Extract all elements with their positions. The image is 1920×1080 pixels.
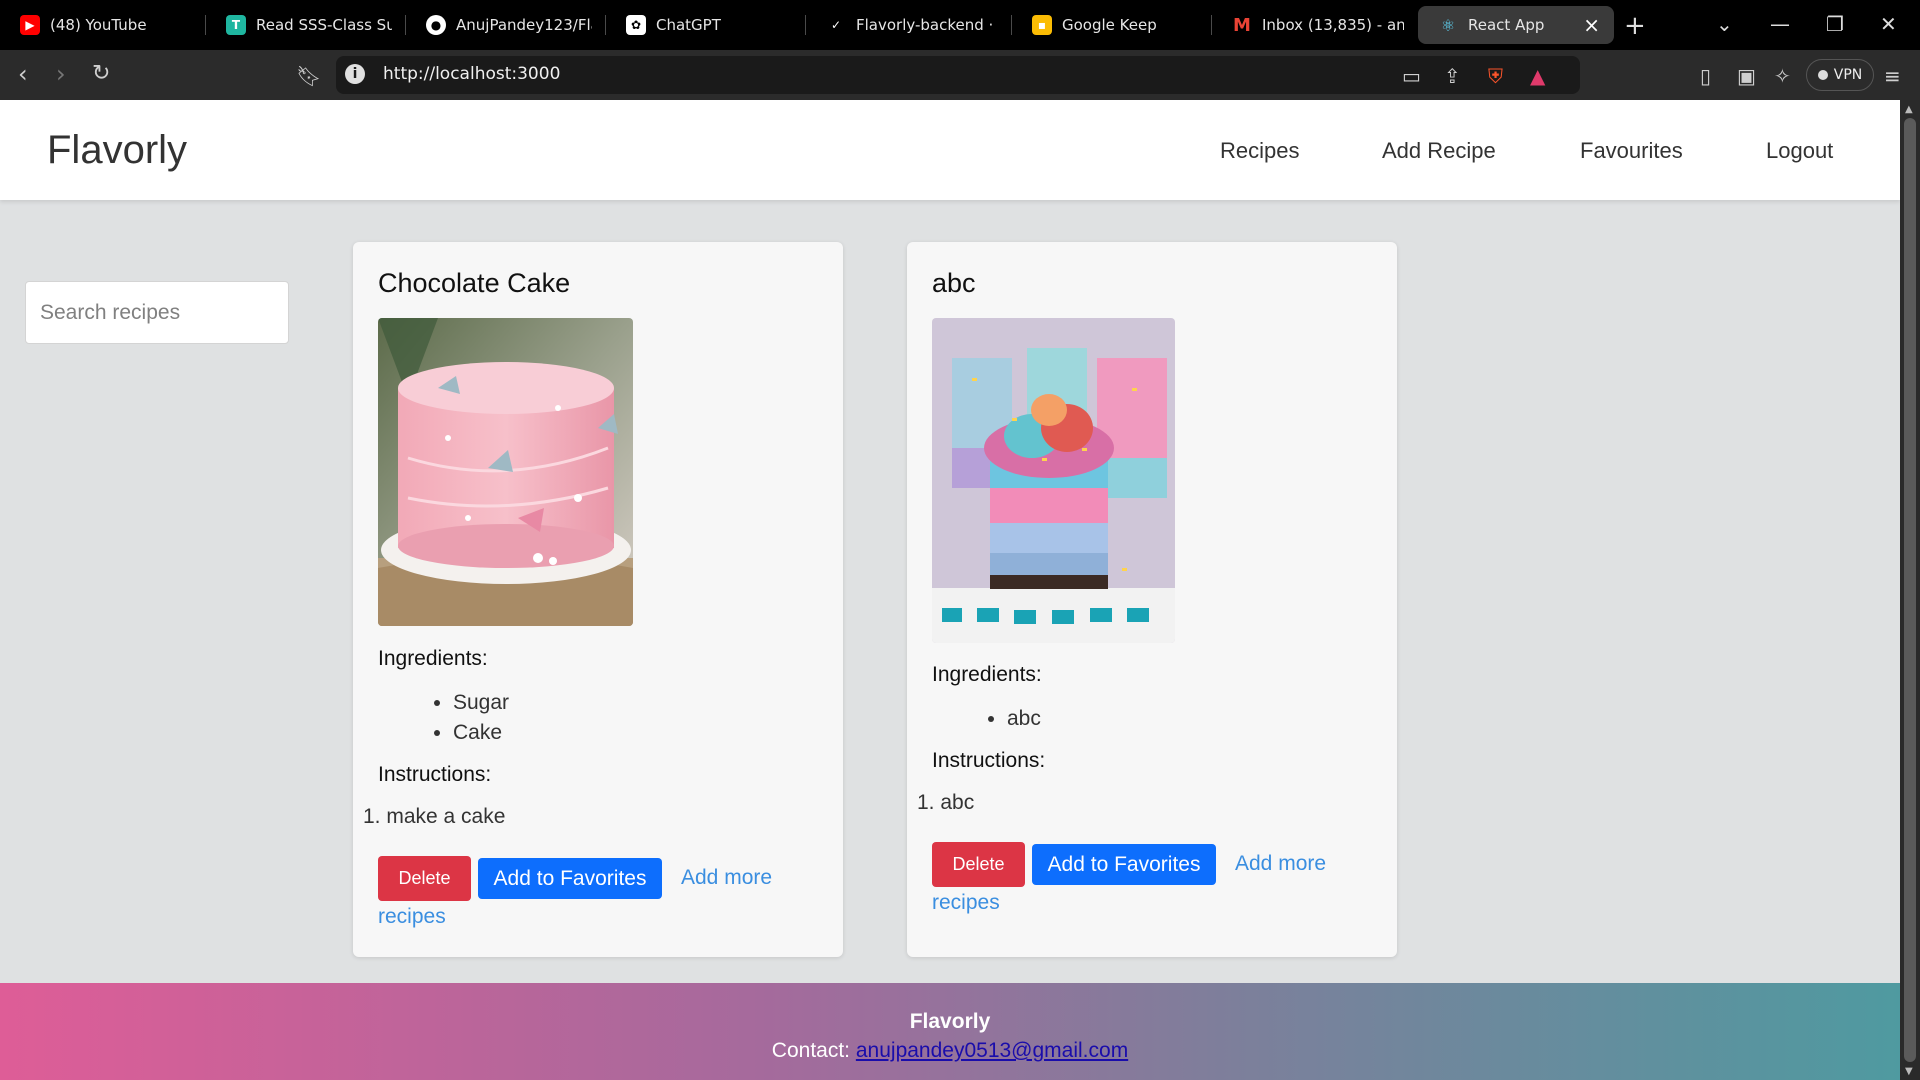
tab-list-chevron-icon[interactable]: ⌄ bbox=[1716, 12, 1733, 36]
nav-favourites[interactable]: Favourites bbox=[1580, 138, 1683, 164]
github-icon: ● bbox=[426, 15, 446, 35]
tab-gmail[interactable]: M Inbox (13,835) - anuj bbox=[1212, 0, 1418, 50]
site-header: Flavorly Recipes Add Recipe Favourites L… bbox=[0, 100, 1900, 200]
scroll-down-icon[interactable]: ▼ bbox=[1905, 1066, 1913, 1077]
page-scrollbar[interactable]: ▲ ▼ bbox=[1900, 100, 1920, 1080]
ingredients-heading: Ingredients: bbox=[932, 663, 1042, 686]
ingredients-list: abc bbox=[1007, 704, 1041, 734]
recipe-card: Chocolate Cake Ingredients: • Sugar • Ca… bbox=[353, 242, 843, 957]
recipe-card: abc Ingredients: • abc Instructions: 1. … bbox=[907, 242, 1397, 957]
tab-github[interactable]: ● AnujPandey123/Flavo bbox=[406, 0, 606, 50]
search-input[interactable] bbox=[25, 281, 289, 344]
brave-rewards-icon[interactable]: ▲ bbox=[1530, 64, 1545, 88]
tab-youtube[interactable]: ▶ (48) YouTube bbox=[0, 0, 206, 50]
ingredient-item: Cake bbox=[453, 718, 509, 748]
footer-brand: Flavorly bbox=[909, 1010, 991, 1033]
tab-read-sss[interactable]: T Read SSS-Class Suicid bbox=[206, 0, 406, 50]
tab-chatgpt[interactable]: ✿ ChatGPT bbox=[606, 0, 806, 50]
restore-icon[interactable]: ❐ bbox=[1826, 12, 1844, 36]
vpn-status-icon bbox=[1817, 70, 1828, 80]
rainbow-cupcakes-photo bbox=[932, 318, 1175, 643]
recipe-title: abc bbox=[932, 268, 976, 298]
tab-flavorly-backend[interactable]: ✓ Flavorly-backend · W bbox=[806, 0, 1012, 50]
close-window-icon[interactable]: ✕ bbox=[1880, 12, 1897, 36]
add-to-favorites-button[interactable]: Add to Favorites bbox=[1032, 844, 1216, 885]
nav-logout[interactable]: Logout bbox=[1766, 138, 1833, 164]
add-more-recipes-link-cont[interactable]: recipes bbox=[378, 905, 446, 929]
forward-icon[interactable]: › bbox=[56, 62, 66, 86]
site-footer: Flavorly Contact: anujpandey0513@gmail.c… bbox=[0, 983, 1900, 1080]
add-more-recipes-link[interactable]: Add more bbox=[681, 866, 772, 890]
recipe-image bbox=[932, 318, 1175, 643]
delete-button[interactable]: Delete bbox=[378, 856, 471, 901]
keep-icon: ▪ bbox=[1032, 15, 1052, 35]
instructions-list: make a cake bbox=[363, 805, 505, 829]
browser-tab-bar: ▶ (48) YouTube T Read SSS-Class Suicid ●… bbox=[0, 0, 1920, 50]
delete-button[interactable]: Delete bbox=[932, 842, 1025, 887]
tab-google-keep[interactable]: ▪ Google Keep bbox=[1012, 0, 1212, 50]
add-to-favorites-button[interactable]: Add to Favorites bbox=[478, 858, 662, 899]
add-more-recipes-link-cont[interactable]: recipes bbox=[932, 891, 1000, 915]
reload-icon[interactable]: ↻ bbox=[92, 62, 110, 86]
pink-cake-photo bbox=[378, 318, 633, 626]
tab-react-app[interactable]: ⚛ React App × bbox=[1418, 6, 1614, 44]
site-info-icon[interactable]: i bbox=[345, 64, 365, 84]
instruction-item: make a cake bbox=[363, 805, 505, 829]
scrollbar-thumb[interactable] bbox=[1904, 118, 1916, 1062]
cast-icon[interactable]: ▭ bbox=[1402, 64, 1421, 88]
sidebar-toggle-icon[interactable]: ▯ bbox=[1700, 64, 1711, 88]
footer-contact: Contact: anujpandey0513@gmail.com bbox=[0, 1039, 1900, 1063]
back-icon[interactable]: ‹ bbox=[18, 62, 28, 86]
book-icon: T bbox=[226, 15, 246, 35]
youtube-icon: ▶ bbox=[20, 15, 40, 35]
ingredients-heading: Ingredients: bbox=[378, 647, 488, 670]
leo-ai-icon[interactable]: ✧ bbox=[1774, 64, 1791, 88]
menu-icon[interactable]: ≡ bbox=[1884, 64, 1901, 88]
page-viewport: Flavorly Recipes Add Recipe Favourites L… bbox=[0, 100, 1900, 1080]
recipe-title: Chocolate Cake bbox=[378, 268, 571, 298]
instructions-heading: Instructions: bbox=[932, 749, 1046, 772]
ingredient-item: abc bbox=[1007, 704, 1041, 734]
instructions-heading: Instructions: bbox=[378, 763, 492, 786]
gmail-icon: M bbox=[1233, 14, 1251, 36]
url-text[interactable]: http://localhost:3000 bbox=[383, 64, 560, 84]
site-brand[interactable]: Flavorly bbox=[47, 128, 187, 173]
minimize-icon[interactable]: — bbox=[1770, 12, 1790, 36]
nav-recipes[interactable]: Recipes bbox=[1220, 138, 1299, 164]
share-icon[interactable]: ⇪ bbox=[1444, 64, 1461, 88]
contact-label: Contact: bbox=[771, 1039, 851, 1062]
ingredients-list: Sugar Cake bbox=[453, 688, 509, 748]
add-more-recipes-link[interactable]: Add more bbox=[1235, 852, 1326, 876]
chatgpt-icon: ✿ bbox=[626, 15, 646, 35]
scroll-up-icon[interactable]: ▲ bbox=[1905, 104, 1913, 115]
nav-add-recipe[interactable]: Add Recipe bbox=[1382, 138, 1496, 164]
brave-shield-icon[interactable]: ⛨ bbox=[1488, 64, 1503, 88]
vpn-button[interactable]: VPN bbox=[1806, 59, 1874, 91]
bookmark-icon[interactable]: 🔖︎ bbox=[296, 64, 321, 88]
ingredient-item: Sugar bbox=[453, 688, 509, 718]
new-tab-icon[interactable]: + bbox=[1624, 11, 1646, 41]
instructions-list: abc bbox=[917, 791, 974, 815]
wallet-icon[interactable]: ▣ bbox=[1737, 64, 1756, 88]
instruction-item: abc bbox=[917, 791, 974, 815]
close-tab-icon[interactable]: × bbox=[1583, 13, 1600, 37]
contact-email-link[interactable]: anujpandey0513@gmail.com bbox=[856, 1039, 1128, 1062]
recipe-image bbox=[378, 318, 633, 626]
react-icon: ⚛ bbox=[1440, 15, 1456, 35]
render-icon: ✓ bbox=[826, 15, 846, 35]
